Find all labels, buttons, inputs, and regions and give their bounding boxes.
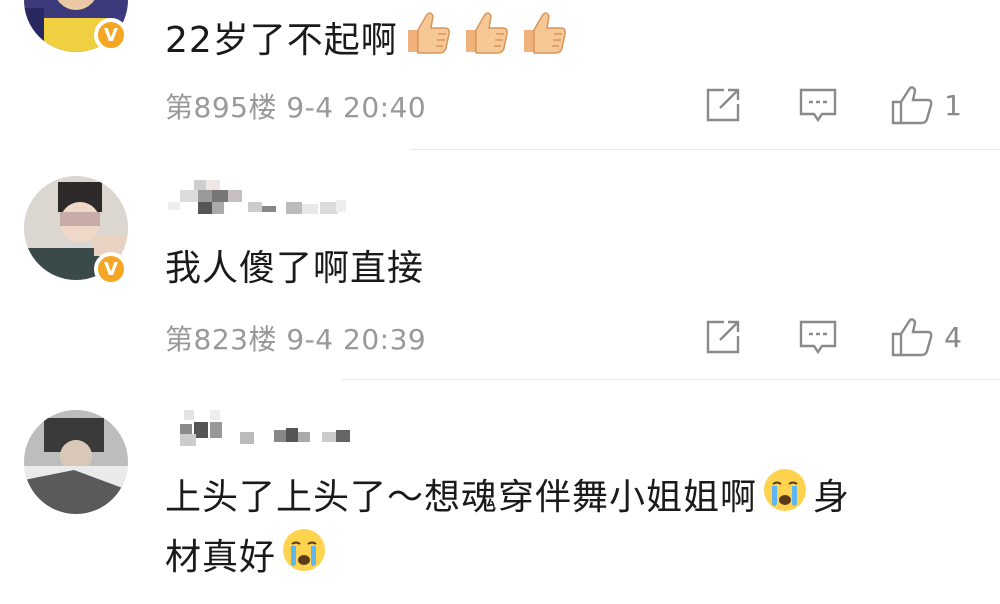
repost-button[interactable] — [704, 318, 742, 356]
share-icon — [706, 320, 740, 354]
like-icon — [891, 318, 933, 357]
comment-date: 9-4 — [286, 323, 334, 356]
avatar[interactable] — [24, 410, 128, 514]
reply-button[interactable] — [798, 318, 838, 356]
comment-icon — [799, 320, 837, 355]
comment-text-content: 22岁了不起啊 — [165, 20, 398, 61]
comment-meta: 第895楼 9-4 20:40 — [165, 86, 426, 126]
comment-item: 上头了上头了～想魂穿伴舞小姐姐啊 身 材真好 — [0, 380, 1000, 604]
like-button[interactable]: 1 — [890, 84, 962, 126]
comment-item: V 22岁了不起啊 第895楼 9-4 20:40 1 — [0, 0, 1000, 150]
comment-meta: 第823楼 9-4 20:39 — [165, 318, 426, 358]
comment-date: 9-4 — [286, 91, 334, 124]
comment-text-content: 材真好 — [165, 537, 277, 578]
like-count: 4 — [944, 320, 962, 354]
username-pixelated[interactable] — [140, 180, 370, 214]
like-count: 1 — [944, 88, 962, 122]
comment-time: 20:39 — [343, 323, 427, 356]
username-pixelated[interactable] — [140, 410, 370, 446]
crying-face-icon — [761, 466, 809, 532]
floor-number: 第895楼 — [165, 91, 277, 124]
share-icon — [706, 88, 740, 122]
comment-text-content: 上头了上头了～想魂穿伴舞小姐姐啊 — [165, 477, 758, 518]
thumbs-up-icon — [460, 10, 510, 74]
like-icon — [891, 86, 933, 125]
comment-actions: 1 — [704, 84, 962, 126]
comment-text: 我人傻了啊直接 — [165, 248, 425, 289]
floor-number: 第823楼 — [165, 323, 277, 356]
thumbs-up-icon — [518, 10, 568, 74]
comment-text: 上头了上头了～想魂穿伴舞小姐姐啊 身 — [165, 466, 850, 532]
reply-button[interactable] — [798, 86, 838, 124]
comment-text-content: 身 — [813, 477, 851, 518]
comment-time: 20:40 — [343, 91, 427, 124]
repost-button[interactable] — [704, 86, 742, 124]
comment-text: 22岁了不起啊 — [165, 10, 572, 74]
comment-actions: 4 — [704, 316, 962, 358]
like-button[interactable]: 4 — [890, 316, 962, 358]
verified-badge-icon: V — [94, 18, 128, 52]
comment-item: V 我人傻了啊直接 第823楼 9-4 20:39 4 — [0, 150, 1000, 380]
crying-face-icon — [280, 526, 328, 592]
comment-text-line2: 材真好 — [165, 526, 332, 592]
comment-icon — [799, 88, 837, 123]
verified-badge-icon: V — [94, 252, 128, 286]
thumbs-up-icon — [402, 10, 452, 74]
